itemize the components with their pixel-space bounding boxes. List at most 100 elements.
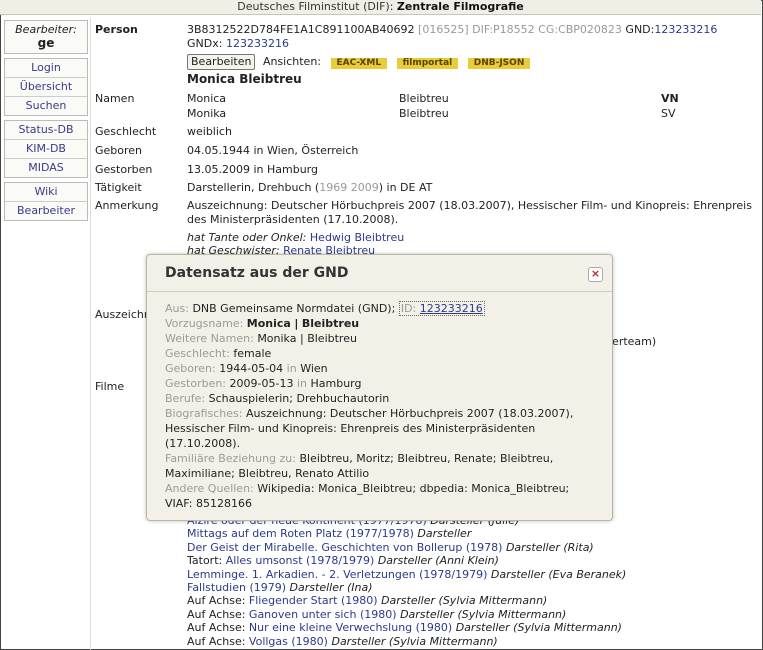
film-link[interactable]: Vollgas (1980): [249, 635, 328, 648]
film-link[interactable]: Der Geist der Mirabelle. Geschichten von…: [187, 541, 502, 554]
nav-kim-db[interactable]: KIM-DB: [5, 140, 87, 159]
views-label: Ansichten:: [262, 55, 321, 68]
view-dnb-json[interactable]: DNB-JSON: [467, 58, 531, 69]
user-label: Bearbeiter:: [15, 23, 77, 36]
note-line-2: des Ministerpräsidenten (17.10.2008).: [187, 213, 399, 226]
film-link[interactable]: Fallstudien (1979): [187, 581, 286, 594]
film-item: Mittags auf dem Roten Platz (1977/1978) …: [187, 527, 472, 541]
note-value: Auszeichnung: Deutscher Hörbuchpreis 200…: [187, 199, 757, 227]
person-label: Person: [95, 23, 138, 36]
gnd-id-link[interactable]: 123233216: [420, 302, 483, 315]
rel-aunt-label: hat Tante oder Onkel:: [187, 231, 307, 244]
action-row: Bearbeiten Ansichten: EAC-XML filmportal…: [187, 54, 531, 70]
film-item: Auf Achse: Vollgas (1980) Darsteller (Sy…: [187, 634, 498, 648]
nav-group-misc: Wiki Bearbeiter: [4, 182, 88, 221]
name-last-2: Bleibtreu: [399, 107, 449, 120]
dialog-header: Datensatz aus der GND ×: [147, 255, 612, 292]
died-label: Gestorben: [95, 163, 153, 176]
top-bar: Deutsches Filminstitut (DIF): Zentrale F…: [0, 0, 761, 15]
other-first: Monika: [257, 332, 297, 345]
nav-editors[interactable]: Bearbeiter: [5, 202, 87, 220]
name-type-2: SV: [661, 107, 676, 120]
gnd-id-box[interactable]: ID: 123233216: [398, 301, 485, 316]
film-link[interactable]: Fliegender Start (1980): [249, 594, 378, 607]
user-box: Bearbeiter: ge: [4, 20, 88, 54]
sidebar: Bearbeiter: ge Login Übersicht Suchen St…: [4, 20, 88, 225]
dialog-body: Aus: DNB Gemeinsame Normdatei (GND); ID:…: [165, 301, 595, 511]
film-item: Tatort: Alles umsonst (1978/1979) Darste…: [187, 554, 499, 568]
film-link[interactable]: Lemminge. 1. Arkadien. - 2. Verletzungen…: [187, 568, 487, 581]
film-item: Auf Achse: Fliegender Start (1980) Darst…: [187, 594, 548, 608]
film-item: Fallstudien (1979) Darsteller (Ina): [187, 581, 373, 595]
nav-login[interactable]: Login: [5, 59, 87, 78]
film-link[interactable]: Alles umsonst (1978/1979): [226, 554, 375, 567]
source-value: DNB Gemeinsame Normdatei (GND);: [192, 302, 396, 315]
names-label: Namen: [95, 92, 135, 105]
nav-status-db[interactable]: Status-DB: [5, 121, 87, 140]
gnd-viaf: VIAF: 85128166: [165, 497, 252, 510]
user-name: ge: [37, 36, 55, 50]
film-link[interactable]: Mittags auf dem Roten Platz (1977/1978): [187, 527, 414, 540]
awards-fragment: lerteam): [609, 335, 657, 348]
died-value: 13.05.2009 in Hamburg: [187, 163, 318, 176]
born-value: 04.05.1944 in Wien, Österreich: [187, 144, 359, 157]
activity-years: 1969 2009: [319, 181, 379, 194]
note-line-1: Auszeichnung: Deutscher Hörbuchpreis 200…: [187, 199, 752, 212]
born-label: Geboren: [95, 144, 143, 157]
gnd-born-place: Wien: [300, 362, 328, 375]
gnd-died-place: Hamburg: [310, 377, 362, 390]
gnd-died-date: 2009-05-13: [229, 377, 294, 390]
note-label: Anmerkung: [95, 199, 159, 212]
activity-label: Tätigkeit: [95, 181, 142, 194]
person-id: 3B8312522D784FE1A1C891100AB40692: [187, 23, 415, 36]
gnd-bio: Biografisches: Auszeichnung: Deutscher H…: [165, 407, 574, 450]
name-last-1: Bleibtreu: [399, 92, 449, 105]
film-list: Alzire oder der neue Kontinent (1977/197…: [187, 514, 626, 648]
person-num: [016525]: [418, 23, 469, 36]
person-cg: CG:CBP020823: [538, 23, 622, 36]
gender-value: weiblich: [187, 125, 232, 138]
gndx-label: GNDx:: [187, 37, 223, 50]
gender-label: Geschlecht: [95, 125, 157, 138]
nav-wiki[interactable]: Wiki: [5, 183, 87, 202]
activity-value: Darstellerin, Drehbuch (1969 2009) in DE…: [187, 181, 432, 194]
gnd-born-date: 1944-05-04: [219, 362, 284, 375]
gndx-link[interactable]: 123233216: [226, 37, 289, 50]
dialog-title: Datensatz aus der GND: [165, 265, 349, 281]
film-item: Auf Achse: Ganoven unter sich (1980) Dar…: [187, 607, 567, 621]
name-type-1: VN: [661, 92, 679, 105]
app-title: Zentrale Filmografie: [396, 0, 524, 13]
name-first-2: Monika: [187, 107, 227, 120]
org-label: Deutsches Filminstitut (DIF):: [237, 0, 394, 13]
nav-search[interactable]: Suchen: [5, 97, 87, 115]
gnd-record-dialog: Datensatz aus der GND × Aus: DNB Gemeins…: [146, 254, 613, 521]
film-item: Auf Achse: Nur eine kleine Verwechslung …: [187, 621, 622, 635]
film-item: Lemminge. 1. Arkadien. - 2. Verletzungen…: [187, 567, 627, 581]
film-link[interactable]: Nur eine kleine Verwechslung (1980): [249, 621, 452, 634]
nav-overview[interactable]: Übersicht: [5, 78, 87, 97]
edit-button[interactable]: Bearbeiten: [187, 54, 256, 70]
activity-text: Darstellerin, Drehbuch (: [187, 181, 320, 194]
view-filmportal[interactable]: filmportal: [396, 58, 459, 69]
gnd-gender: female: [233, 347, 272, 360]
gnd-jobs: Schauspielerin; Drehbuchautorin: [208, 392, 390, 405]
other-last: Bleibtreu: [307, 332, 357, 345]
gnd-sources: Andere Quellen: Wikipedia: Monica_Bleibt…: [165, 482, 570, 510]
pref-first: Monica: [246, 317, 291, 330]
activity-region: ) in DE AT: [378, 181, 433, 194]
rel-aunt-link[interactable]: Hedwig Bleibtreu: [310, 231, 404, 244]
nav-group-db: Status-DB KIM-DB MIDAS: [4, 120, 88, 178]
name-first-1: Monica: [187, 92, 227, 105]
pref-last: Bleibtreu: [301, 317, 360, 330]
gnd-link[interactable]: 123233216: [654, 23, 717, 36]
person-dif: DIF:P18552: [472, 23, 535, 36]
film-link[interactable]: Ganoven unter sich (1980): [249, 608, 397, 621]
person-name-heading: Monica Bleibtreu: [187, 72, 302, 86]
nav-group-main: Login Übersicht Suchen: [4, 58, 88, 116]
gnd-family: Familiäre Beziehung zu: Bleibtreu, Morit…: [165, 452, 554, 480]
close-icon[interactable]: ×: [588, 267, 603, 282]
films-label: Filme: [95, 380, 125, 393]
nav-midas[interactable]: MIDAS: [5, 159, 87, 177]
view-eac-xml[interactable]: EAC-XML: [330, 58, 388, 69]
film-item: Der Geist der Mirabelle. Geschichten von…: [187, 540, 594, 554]
